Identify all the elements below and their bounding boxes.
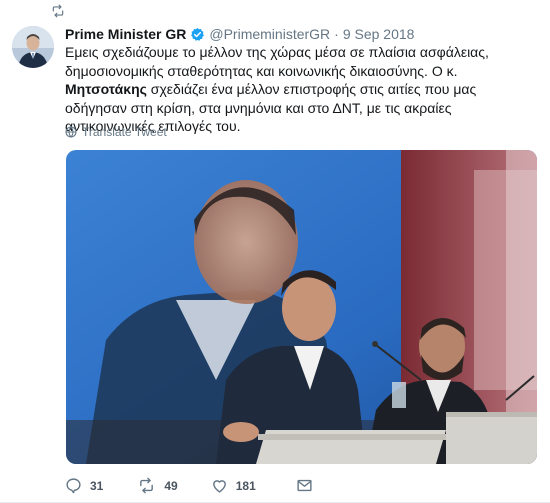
like-count: 181 <box>235 478 256 493</box>
heart-icon <box>212 480 226 493</box>
tweet-header: Prime Minister GR @PrimeministerGR · 9 S… <box>65 26 414 42</box>
envelope-icon <box>297 479 312 492</box>
tweet-text-bold: Μητσοτάκης <box>65 81 147 98</box>
retweet-count: 49 <box>164 478 178 493</box>
display-name[interactable]: Prime Minister GR <box>65 26 186 42</box>
verified-badge-icon <box>190 27 205 42</box>
retweet-indicator <box>50 4 66 22</box>
like-button[interactable]: 181 <box>211 477 256 494</box>
tweet-actions: 31 49 181 <box>65 477 313 494</box>
reply-count: 31 <box>90 478 104 493</box>
retweet-button[interactable]: 49 <box>137 477 178 494</box>
direct-message-button[interactable] <box>296 477 313 494</box>
tweet-card[interactable]: Prime Minister GR @PrimeministerGR · 9 S… <box>0 0 550 503</box>
reply-icon <box>66 478 81 494</box>
separator-dot: · <box>334 26 339 42</box>
reply-button[interactable]: 31 <box>65 477 103 494</box>
user-handle[interactable]: @PrimeministerGR <box>209 26 330 42</box>
tweet-media-photo[interactable] <box>66 150 537 464</box>
tweet-text: Εμεις σχεδιάζουμε το μέλλον της χώρας μέ… <box>65 43 535 136</box>
retweet-icon <box>50 4 66 23</box>
tweet-date[interactable]: 9 Sep 2018 <box>343 26 415 42</box>
translate-label[interactable]: Translate Tweet <box>82 125 167 139</box>
retweet-icon <box>140 477 154 494</box>
globe-icon <box>65 126 77 138</box>
tweet-text-part1: Εμεις σχεδιάζουμε το μέλλον της χώρας μέ… <box>65 44 489 79</box>
translate-tweet-link[interactable]: Translate Tweet <box>65 125 167 139</box>
avatar[interactable] <box>12 26 54 68</box>
